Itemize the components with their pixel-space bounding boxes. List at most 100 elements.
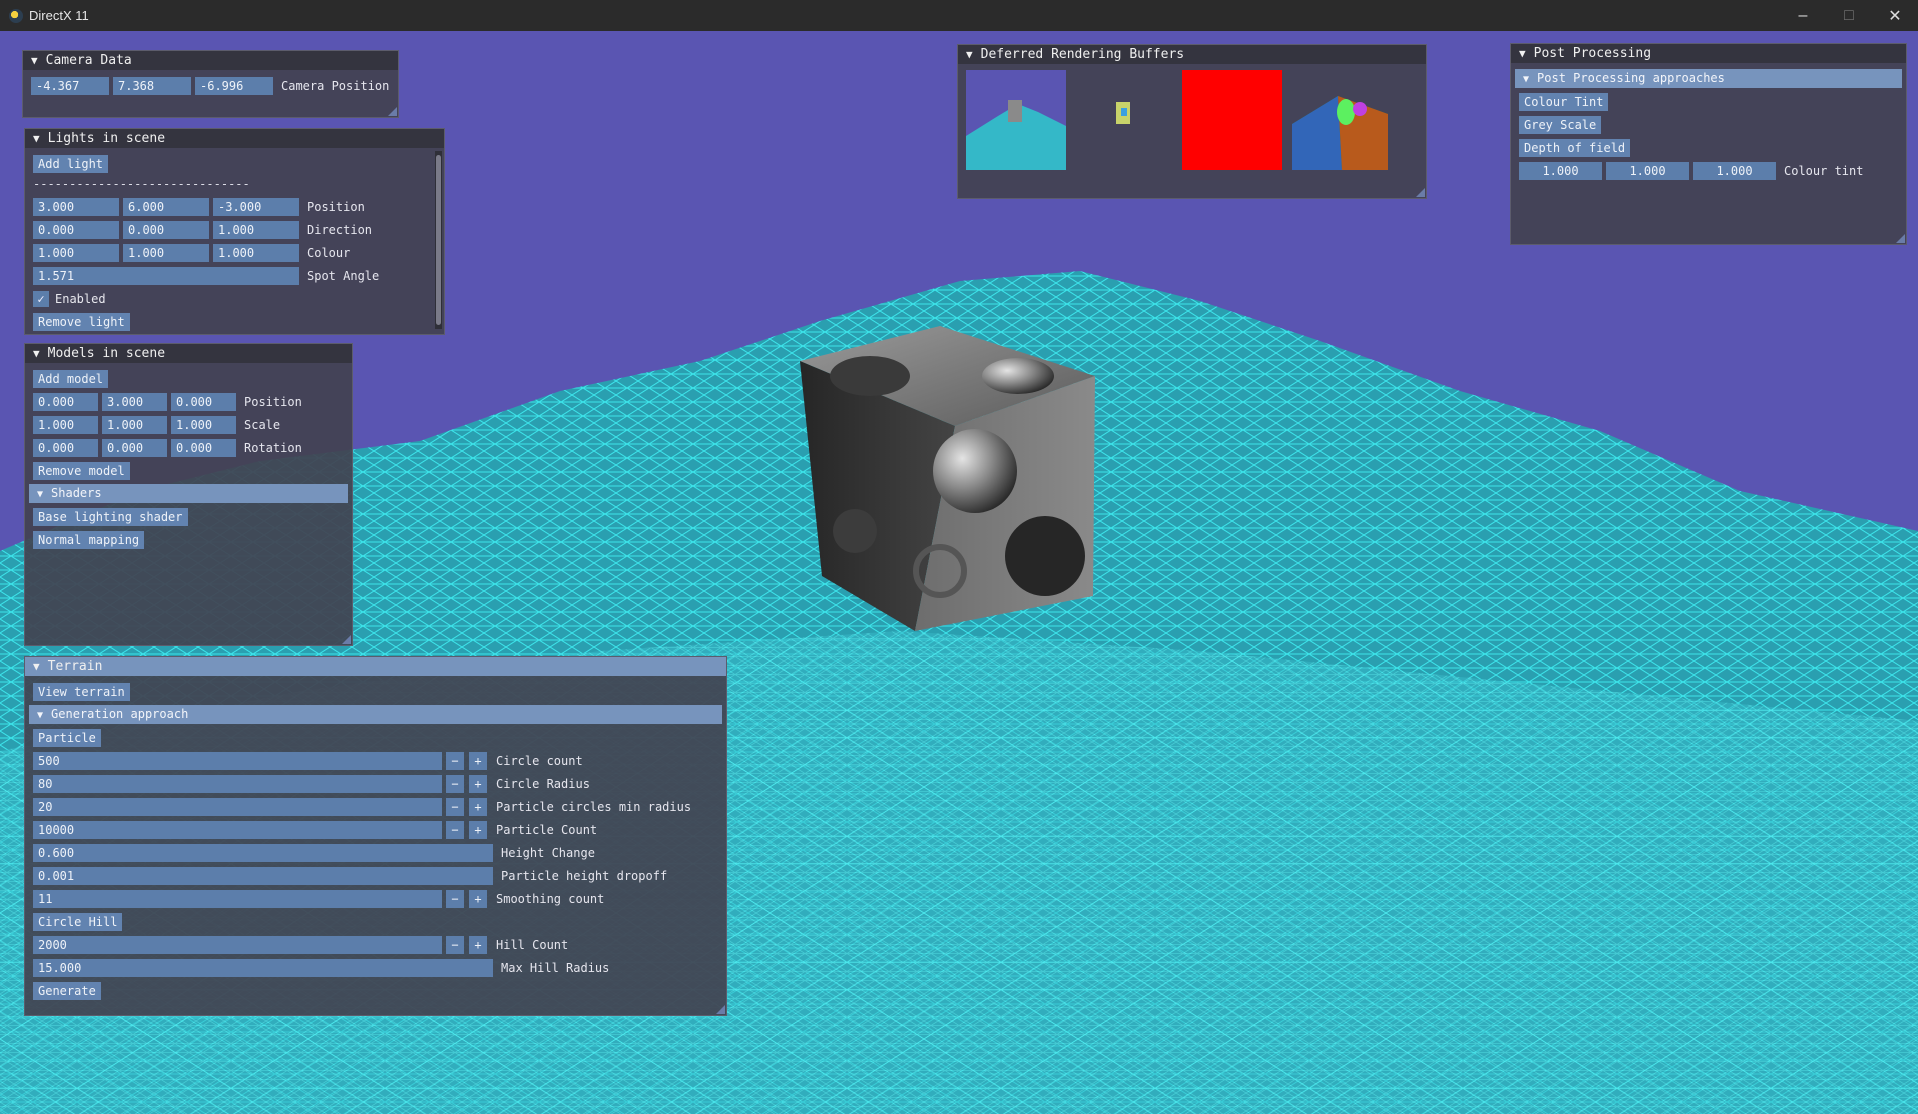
- post-processing-panel: ▼ Post Processing ▼ Post Processing approa…: [1510, 43, 1907, 245]
- camera-pos-y[interactable]: 7.368: [113, 76, 191, 95]
- deferred-buffers-panel: ▼ Deferred Rendering Buffers: [957, 44, 1427, 199]
- camera-data-header[interactable]: ▼ Camera Data: [23, 51, 398, 70]
- generate-button[interactable]: Generate: [33, 981, 101, 1000]
- circle-count-decrement[interactable]: −: [446, 751, 464, 770]
- camera-pos-z[interactable]: -6.996: [195, 76, 273, 95]
- collapse-triangle-icon: ▼: [33, 347, 40, 360]
- resize-grip[interactable]: [342, 635, 351, 644]
- hill-count-increment[interactable]: +: [469, 935, 487, 954]
- particle-count-increment[interactable]: +: [469, 820, 487, 839]
- model-pos-y[interactable]: 3.000: [102, 392, 167, 411]
- light-colour-g[interactable]: 1.000: [123, 243, 209, 262]
- circle-radius-increment[interactable]: +: [469, 774, 487, 793]
- generation-approach-header[interactable]: ▼ Generation approach: [29, 705, 722, 724]
- light-colour-b[interactable]: 1.000: [213, 243, 299, 262]
- base-lighting-shader-button[interactable]: Base lighting shader: [33, 507, 188, 526]
- model-scale-label: Scale: [244, 417, 281, 432]
- min-radius-increment[interactable]: +: [469, 797, 487, 816]
- particle-count-decrement[interactable]: −: [446, 820, 464, 839]
- remove-model-button[interactable]: Remove model: [33, 461, 130, 480]
- buffer-thumbnails: [966, 70, 1388, 170]
- deferred-buffers-header[interactable]: ▼ Deferred Rendering Buffers: [958, 45, 1426, 64]
- post-processing-header[interactable]: ▼ Post Processing: [1511, 44, 1906, 63]
- post-approaches-header[interactable]: ▼ Post Processing approaches: [1515, 69, 1902, 88]
- buffer-normal-thumbnail: [1116, 102, 1130, 124]
- directx-app-icon: [9, 8, 23, 23]
- buffer-red-thumbnail: [1182, 70, 1282, 170]
- hill-count-decrement[interactable]: −: [446, 935, 464, 954]
- enabled-label: Enabled: [55, 291, 106, 306]
- maximize-icon[interactable]: □: [1826, 0, 1872, 31]
- min-radius-field[interactable]: 20: [33, 797, 442, 816]
- circle-count-field[interactable]: 500: [33, 751, 442, 770]
- add-model-button[interactable]: Add model: [33, 369, 109, 388]
- lights-scrollbar[interactable]: [435, 151, 442, 329]
- circle-count-increment[interactable]: +: [469, 751, 487, 770]
- hill-count-label: Hill Count: [496, 937, 569, 952]
- depth-of-field-button[interactable]: Depth of field: [1519, 138, 1631, 157]
- normal-mapping-button[interactable]: Normal mapping: [33, 530, 145, 549]
- models-panel: ▼ Models in scene Add model 0.000 3.000 0…: [24, 343, 353, 646]
- colour-tint-button[interactable]: Colour Tint: [1519, 92, 1609, 111]
- smoothing-increment[interactable]: +: [469, 889, 487, 908]
- terrain-header[interactable]: ▼ Terrain: [25, 657, 726, 676]
- model-scale-y[interactable]: 1.000: [102, 415, 167, 434]
- lights-panel: ▼ Lights in scene Add light -------------…: [24, 128, 445, 335]
- tint-b-field[interactable]: 1.000: [1693, 161, 1776, 180]
- terrain-panel: ▼ Terrain View terrain ▼ Generation approa…: [24, 656, 727, 1016]
- light-pos-z[interactable]: -3.000: [213, 197, 299, 216]
- light-colour-r[interactable]: 1.000: [33, 243, 119, 262]
- tint-g-field[interactable]: 1.000: [1606, 161, 1689, 180]
- models-header[interactable]: ▼ Models in scene: [25, 344, 352, 363]
- model-scale-x[interactable]: 1.000: [33, 415, 98, 434]
- light-pos-y[interactable]: 6.000: [123, 197, 209, 216]
- collapse-triangle-icon: ▼: [33, 132, 40, 145]
- resize-grip[interactable]: [716, 1005, 725, 1014]
- particle-count-field[interactable]: 10000: [33, 820, 442, 839]
- min-radius-decrement[interactable]: −: [446, 797, 464, 816]
- grey-scale-button[interactable]: Grey Scale: [1519, 115, 1602, 134]
- particle-button[interactable]: Particle: [33, 728, 101, 747]
- max-hill-radius-field[interactable]: 15.000: [33, 958, 493, 977]
- window-titlebar: DirectX 11 – □ ✕: [0, 0, 1918, 31]
- smoothing-decrement[interactable]: −: [446, 889, 464, 908]
- model-pos-x[interactable]: 0.000: [33, 392, 98, 411]
- model-rot-z[interactable]: 0.000: [171, 438, 236, 457]
- enabled-checkbox[interactable]: ✓: [33, 290, 49, 307]
- resize-grip[interactable]: [1896, 234, 1905, 243]
- circle-radius-decrement[interactable]: −: [446, 774, 464, 793]
- close-icon[interactable]: ✕: [1872, 0, 1918, 31]
- light-dir-z[interactable]: 1.000: [213, 220, 299, 239]
- stone-cube-model: [800, 326, 1095, 631]
- model-rot-y[interactable]: 0.000: [102, 438, 167, 457]
- window-title: DirectX 11: [29, 8, 89, 23]
- height-change-label: Height Change: [501, 845, 595, 860]
- circle-hill-button[interactable]: Circle Hill: [33, 912, 123, 931]
- resize-grip[interactable]: [388, 107, 397, 116]
- resize-grip[interactable]: [1416, 188, 1425, 197]
- light-dir-y[interactable]: 0.000: [123, 220, 209, 239]
- shaders-header[interactable]: ▼ Shaders: [29, 484, 348, 503]
- smoothing-count-field[interactable]: 11: [33, 889, 442, 908]
- scrollbar-thumb[interactable]: [436, 155, 441, 325]
- remove-light-button[interactable]: Remove light: [33, 312, 130, 331]
- camera-pos-x[interactable]: -4.367: [31, 76, 109, 95]
- camera-position-label: Camera Position: [281, 78, 390, 93]
- model-rot-x[interactable]: 0.000: [33, 438, 98, 457]
- spot-angle-field[interactable]: 1.571: [33, 266, 299, 285]
- light-pos-x[interactable]: 3.000: [33, 197, 119, 216]
- light-dir-x[interactable]: 0.000: [33, 220, 119, 239]
- height-change-field[interactable]: 0.600: [33, 843, 493, 862]
- minimize-icon[interactable]: –: [1780, 0, 1826, 31]
- height-dropoff-field[interactable]: 0.001: [33, 866, 493, 885]
- circle-radius-field[interactable]: 80: [33, 774, 442, 793]
- tint-r-field[interactable]: 1.000: [1519, 161, 1602, 180]
- model-scale-z[interactable]: 1.000: [171, 415, 236, 434]
- lights-header[interactable]: ▼ Lights in scene: [25, 129, 444, 148]
- view-terrain-button[interactable]: View terrain: [33, 682, 130, 701]
- add-light-button[interactable]: Add light: [33, 154, 109, 173]
- hill-count-field[interactable]: 2000: [33, 935, 442, 954]
- circle-radius-label: Circle Radius: [496, 776, 590, 791]
- circle-count-label: Circle count: [496, 753, 583, 768]
- model-pos-z[interactable]: 0.000: [171, 392, 236, 411]
